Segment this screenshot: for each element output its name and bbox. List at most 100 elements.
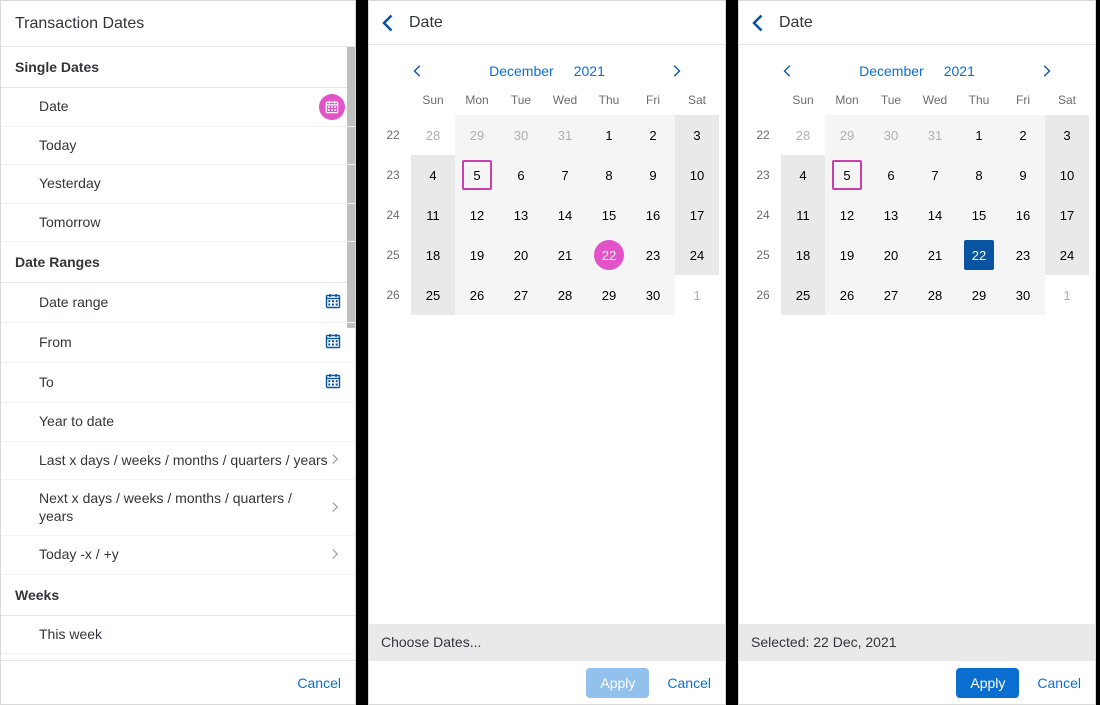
calendar-day[interactable]: 21 — [543, 235, 587, 275]
calendar-day[interactable]: 18 — [411, 235, 455, 275]
calendar-day[interactable]: 10 — [1045, 155, 1089, 195]
list-item[interactable]: From — [1, 323, 355, 363]
year-select[interactable]: 2021 — [944, 63, 975, 79]
calendar-day[interactable]: 28 — [781, 115, 825, 155]
calendar-day[interactable]: 30 — [1001, 275, 1045, 315]
calendar-day[interactable]: 23 — [631, 235, 675, 275]
calendar-day[interactable]: 21 — [913, 235, 957, 275]
calendar-day[interactable]: 28 — [913, 275, 957, 315]
prev-month-icon[interactable] — [411, 64, 425, 78]
calendar-day[interactable]: 16 — [1001, 195, 1045, 235]
calendar-day[interactable]: 29 — [455, 115, 499, 155]
calendar-day[interactable]: 28 — [411, 115, 455, 155]
list-item[interactable]: Tomorrow — [1, 204, 355, 243]
calendar-day[interactable]: 31 — [543, 115, 587, 155]
calendar-day[interactable]: 4 — [781, 155, 825, 195]
calendar-day[interactable]: 2 — [1001, 115, 1045, 155]
calendar-day[interactable]: 8 — [587, 155, 631, 195]
calendar-day[interactable]: 7 — [913, 155, 957, 195]
calendar-day[interactable]: 10 — [675, 155, 719, 195]
calendar-day[interactable]: 25 — [411, 275, 455, 315]
calendar-day[interactable]: 23 — [1001, 235, 1045, 275]
calendar-day[interactable]: 9 — [1001, 155, 1045, 195]
calendar-day[interactable]: 22 — [587, 235, 631, 275]
list-item[interactable]: Last x days / weeks / months / quarters … — [1, 442, 355, 481]
calendar-day[interactable]: 13 — [869, 195, 913, 235]
calendar-icon[interactable] — [325, 293, 341, 312]
calendar-day[interactable]: 11 — [411, 195, 455, 235]
calendar-icon[interactable] — [325, 333, 341, 352]
calendar-day[interactable]: 26 — [455, 275, 499, 315]
calendar-day[interactable]: 1 — [1045, 275, 1089, 315]
calendar-day[interactable]: 9 — [631, 155, 675, 195]
calendar-day[interactable]: 29 — [587, 275, 631, 315]
calendar-day[interactable]: 6 — [499, 155, 543, 195]
calendar-day[interactable]: 3 — [1045, 115, 1089, 155]
next-month-icon[interactable] — [1039, 64, 1053, 78]
list-item[interactable]: Date range — [1, 283, 355, 323]
back-icon[interactable] — [379, 13, 399, 33]
calendar-day[interactable]: 11 — [781, 195, 825, 235]
calendar-day[interactable]: 12 — [825, 195, 869, 235]
cancel-button[interactable]: Cancel — [297, 675, 341, 691]
calendar-day[interactable]: 26 — [825, 275, 869, 315]
calendar-day[interactable]: 12 — [455, 195, 499, 235]
calendar-day[interactable]: 1 — [675, 275, 719, 315]
calendar-day[interactable]: 22 — [957, 235, 1001, 275]
calendar-day[interactable]: 7 — [543, 155, 587, 195]
cancel-button[interactable]: Cancel — [667, 675, 711, 691]
calendar-day[interactable]: 28 — [543, 275, 587, 315]
calendar-day[interactable]: 31 — [913, 115, 957, 155]
prev-month-icon[interactable] — [781, 64, 795, 78]
calendar-day[interactable]: 24 — [1045, 235, 1089, 275]
calendar-icon[interactable] — [325, 373, 341, 392]
calendar-day[interactable]: 24 — [675, 235, 719, 275]
calendar-day[interactable]: 8 — [957, 155, 1001, 195]
list-item[interactable]: This week — [1, 616, 355, 655]
calendar-day[interactable]: 30 — [499, 115, 543, 155]
calendar-day[interactable]: 29 — [957, 275, 1001, 315]
list-item[interactable]: Today — [1, 127, 355, 166]
calendar-day[interactable]: 19 — [825, 235, 869, 275]
calendar-day[interactable]: 5 — [455, 155, 499, 195]
calendar-day[interactable]: 13 — [499, 195, 543, 235]
calendar-day[interactable]: 16 — [631, 195, 675, 235]
calendar-day[interactable]: 30 — [631, 275, 675, 315]
back-icon[interactable] — [749, 13, 769, 33]
list-item[interactable]: Next x days / weeks / months / quarters … — [1, 480, 355, 536]
list-item[interactable]: Last week — [1, 654, 355, 660]
calendar-day[interactable]: 19 — [455, 235, 499, 275]
calendar-day[interactable]: 14 — [543, 195, 587, 235]
calendar-day[interactable]: 4 — [411, 155, 455, 195]
calendar-day[interactable]: 15 — [587, 195, 631, 235]
calendar-day[interactable]: 25 — [781, 275, 825, 315]
calendar-day[interactable]: 20 — [869, 235, 913, 275]
calendar-day[interactable]: 6 — [869, 155, 913, 195]
month-select[interactable]: December — [859, 63, 924, 79]
calendar-day[interactable]: 18 — [781, 235, 825, 275]
month-select[interactable]: December — [489, 63, 554, 79]
calendar-day[interactable]: 5 — [825, 155, 869, 195]
cancel-button[interactable]: Cancel — [1037, 675, 1081, 691]
calendar-day[interactable]: 17 — [1045, 195, 1089, 235]
apply-button[interactable]: Apply — [956, 668, 1019, 698]
list-item[interactable]: To — [1, 363, 355, 403]
list-item[interactable]: Date — [1, 88, 355, 127]
year-select[interactable]: 2021 — [574, 63, 605, 79]
next-month-icon[interactable] — [669, 64, 683, 78]
calendar-day[interactable]: 17 — [675, 195, 719, 235]
calendar-day[interactable]: 27 — [499, 275, 543, 315]
list-item[interactable]: Yesterday — [1, 165, 355, 204]
calendar-day[interactable]: 20 — [499, 235, 543, 275]
calendar-day[interactable]: 3 — [675, 115, 719, 155]
calendar-day[interactable]: 27 — [869, 275, 913, 315]
calendar-day[interactable]: 30 — [869, 115, 913, 155]
calendar-day[interactable]: 29 — [825, 115, 869, 155]
calendar-day[interactable]: 15 — [957, 195, 1001, 235]
apply-button[interactable]: Apply — [586, 668, 649, 698]
list-item[interactable]: Year to date — [1, 403, 355, 442]
calendar-day[interactable]: 14 — [913, 195, 957, 235]
calendar-day[interactable]: 2 — [631, 115, 675, 155]
calendar-day[interactable]: 1 — [587, 115, 631, 155]
calendar-day[interactable]: 1 — [957, 115, 1001, 155]
